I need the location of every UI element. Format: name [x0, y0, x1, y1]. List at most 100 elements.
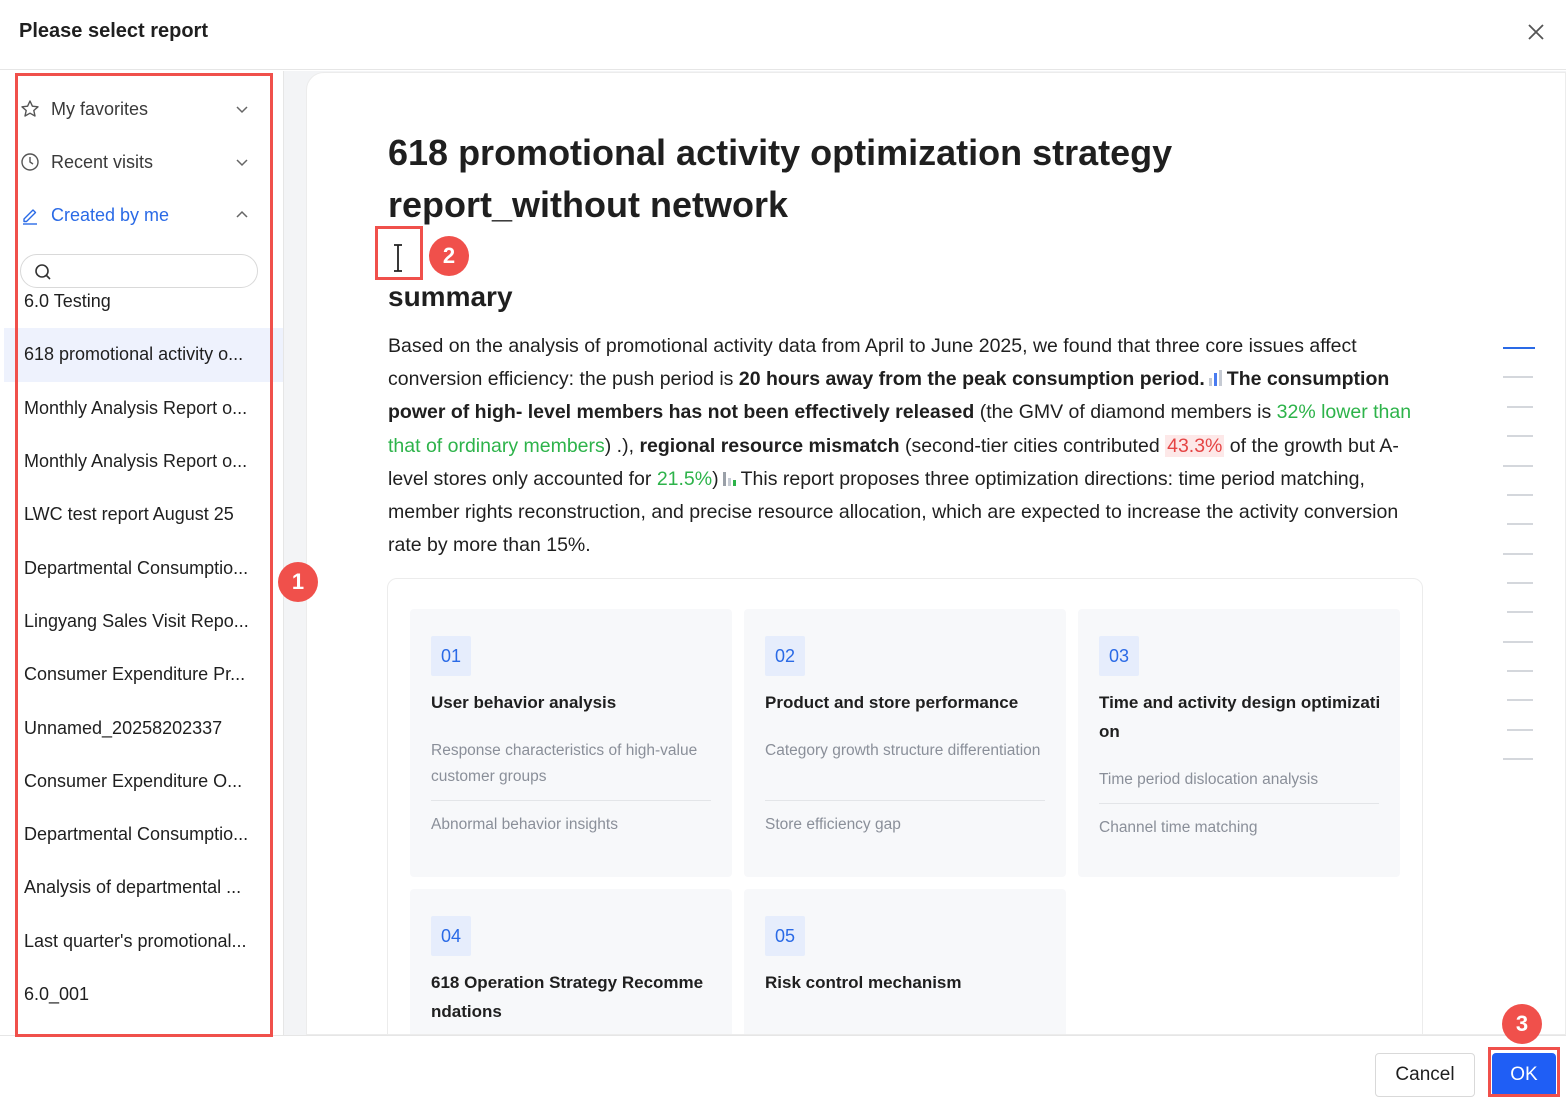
search-input[interactable] — [61, 261, 251, 283]
toc-marker[interactable] — [1503, 553, 1533, 555]
report-item-label: Departmental Consumptio... — [24, 824, 249, 845]
card-title: Product and store performance — [765, 693, 1019, 712]
summary-bold-segment: 20 hours away from the peak consumption … — [738, 368, 1205, 391]
section-my-favorites[interactable]: My favorites — [20, 94, 260, 124]
toc-marker[interactable] — [1507, 729, 1533, 731]
outline-cards: 01 User behavior analysis Response chara… — [387, 578, 1423, 1034]
section-label: Recent visits — [51, 151, 154, 172]
card-divider — [431, 800, 711, 801]
report-title: 618 promotional activity optimization st… — [388, 132, 1173, 225]
dialog-title: Please select report — [19, 20, 208, 42]
card-number: 02 — [765, 636, 805, 676]
report-preview[interactable]: 618 promotional activity optimization st… — [306, 72, 1566, 1035]
report-item-selected[interactable]: 618 promotional activity o... — [4, 328, 283, 382]
outline-card[interactable]: 04 618 Operation Strategy Recomme ndatio… — [410, 889, 732, 1034]
toc-marker[interactable] — [1507, 611, 1533, 613]
card-divider — [765, 800, 1045, 801]
close-icon[interactable] — [1524, 20, 1548, 44]
report-item-label: LWC test report August 25 — [24, 504, 234, 525]
report-item[interactable]: Consumer Expenditure Pr... — [0, 648, 283, 701]
outline-card[interactable]: 01 User behavior analysis Response chara… — [410, 609, 732, 877]
report-item[interactable]: Unnamed_20258202337 — [0, 701, 283, 754]
card-divider — [1099, 803, 1379, 804]
report-item-label: 618 promotional activity o... — [24, 344, 244, 365]
section-label: My favorites — [51, 98, 149, 119]
bar-chart-icon — [722, 471, 736, 486]
chevron-down-icon[interactable] — [234, 101, 250, 117]
report-item-label: Lingyang Sales Visit Repo... — [24, 610, 249, 631]
report-item-label: Analysis of departmental ... — [24, 877, 242, 898]
report-item-label: Last quarter's promotional... — [24, 930, 247, 951]
toc-marker[interactable] — [1507, 494, 1533, 496]
toc-marker[interactable] — [1503, 641, 1533, 643]
toc-marker[interactable] — [1507, 523, 1533, 525]
annotation-badge: 3 — [1502, 1004, 1542, 1044]
report-list: 6.0 Testing 618 promotional activity o..… — [0, 293, 283, 1021]
sidebar-gutter — [284, 71, 306, 1035]
report-item[interactable]: Last quarter's promotional... — [0, 915, 283, 968]
card-item: Time period dislocation analysis — [1099, 771, 1319, 788]
section-label: Created by me — [51, 204, 170, 225]
section-created-by-me[interactable]: Created by me — [20, 200, 260, 230]
report-item-label: Monthly Analysis Report o... — [24, 397, 248, 418]
report-item[interactable]: Departmental Consumptio... — [0, 808, 283, 861]
card-title: Risk control mechanism — [765, 973, 962, 992]
card-number: 01 — [431, 636, 471, 676]
annotation-badge: 2 — [429, 236, 469, 276]
summary-green-segment: 21.5% — [656, 467, 713, 490]
report-list-viewport[interactable]: 6.0 Testing 618 promotional activity o..… — [0, 293, 283, 1035]
report-item[interactable]: 6.0 Testing — [0, 293, 283, 328]
card-number: 05 — [765, 916, 805, 956]
card-item: Category growth structure differentiatio… — [765, 742, 1041, 759]
card-item: Store efficiency gap — [765, 816, 901, 833]
toc-marker[interactable] — [1503, 758, 1533, 760]
toc-marker[interactable] — [1503, 465, 1533, 467]
chevron-up-icon[interactable] — [234, 207, 250, 223]
summary-text-segment: (the GMV of diamond members is — [974, 401, 1277, 424]
card-number: 04 — [431, 916, 471, 956]
report-item[interactable]: Analysis of departmental ... — [0, 861, 283, 914]
section-recent-visits[interactable]: Recent visits — [20, 147, 260, 177]
toc-marker[interactable] — [1507, 670, 1533, 672]
star-icon — [21, 100, 39, 117]
annotation-badge: 1 — [278, 562, 318, 602]
report-item[interactable]: Consumer Expenditure O... — [0, 755, 283, 808]
outline-card[interactable]: 02 Product and store performance Categor… — [744, 609, 1066, 877]
search-icon — [35, 264, 51, 280]
bar-chart-icon — [1208, 370, 1222, 387]
card-title: User behavior analysis — [431, 693, 617, 712]
ok-button[interactable]: OK — [1492, 1053, 1556, 1097]
dialog-header: Please select report — [0, 0, 1566, 70]
report-item-label: Consumer Expenditure O... — [24, 770, 243, 791]
toc-marker[interactable] — [1507, 406, 1533, 408]
table-of-contents-rail[interactable] — [1503, 73, 1543, 873]
report-item[interactable]: Monthly Analysis Report o... — [0, 382, 283, 435]
dialog-footer: Cancel OK — [0, 1035, 1566, 1104]
report-item[interactable]: 6.0_001 — [0, 968, 283, 1021]
report-item[interactable]: Lingyang Sales Visit Repo... — [0, 595, 283, 648]
toc-marker[interactable] — [1503, 376, 1533, 378]
edit-icon — [23, 209, 37, 225]
report-item-label: Departmental Consumptio... — [24, 557, 249, 578]
summary-heading: summary — [388, 281, 513, 312]
report-item-label: Unnamed_20258202337 — [24, 717, 223, 738]
card-title: Time and activity design optimizati on — [1099, 693, 1381, 741]
clock-icon — [21, 153, 39, 171]
report-item-label: Monthly Analysis Report o... — [24, 451, 248, 472]
cancel-button[interactable]: Cancel — [1375, 1053, 1475, 1097]
report-search[interactable] — [20, 254, 258, 288]
summary-text-segment: ) .), — [604, 434, 640, 457]
toc-marker[interactable] — [1507, 582, 1533, 584]
card-number: 03 — [1099, 636, 1139, 676]
report-item[interactable]: Departmental Consumptio... — [0, 541, 283, 594]
outline-card[interactable]: 03 Time and activity design optimizati o… — [1078, 609, 1400, 877]
outline-card[interactable]: 05 Risk control mechanism — [744, 889, 1066, 1034]
text-cursor-icon — [394, 244, 402, 272]
chevron-down-icon[interactable] — [234, 154, 250, 170]
report-item-label: 6.0 Testing — [24, 293, 111, 312]
toc-marker[interactable] — [1507, 435, 1533, 437]
toc-marker[interactable] — [1507, 699, 1533, 701]
report-item[interactable]: LWC test report August 25 — [0, 488, 283, 541]
report-item[interactable]: Monthly Analysis Report o... — [0, 435, 283, 488]
toc-marker-active[interactable] — [1503, 347, 1535, 349]
